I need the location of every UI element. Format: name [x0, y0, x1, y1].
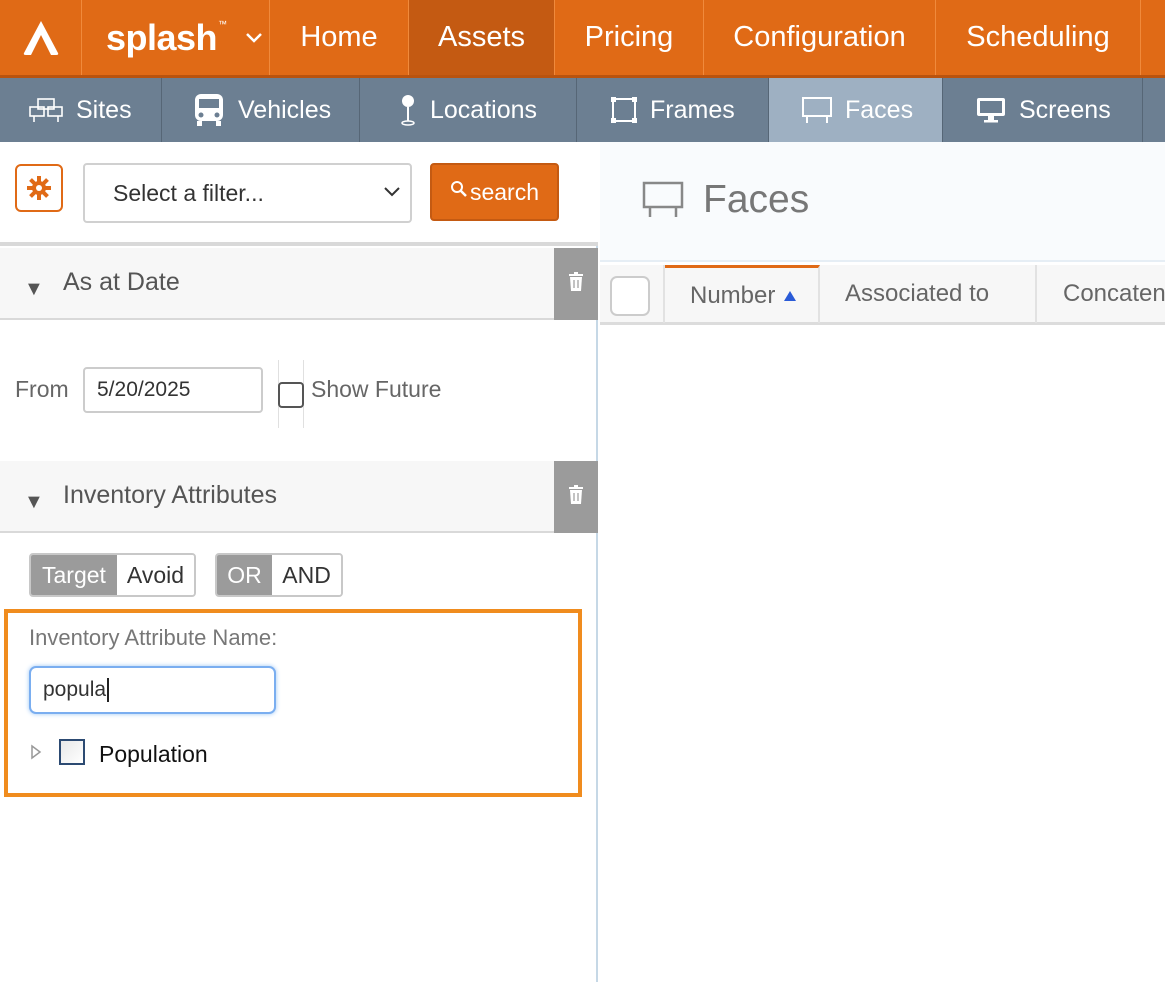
column-associated-to[interactable]: Associated to — [820, 265, 1037, 323]
select-all-checkbox[interactable] — [610, 276, 650, 316]
attribute-search-highlight: Inventory Attribute Name: popula Populat… — [4, 609, 582, 797]
subnav-sites-label: Sites — [76, 95, 132, 124]
subnav-sites[interactable]: Sites — [0, 78, 162, 142]
column-concatenated-label: Concaten — [1063, 280, 1165, 307]
collapse-triangle-icon: ▼ — [24, 278, 44, 300]
as-at-date-title: As at Date — [63, 268, 180, 296]
nav-home[interactable]: Home — [270, 0, 409, 75]
gear-icon — [27, 176, 51, 200]
from-label: From — [15, 376, 69, 402]
filter-panel: Select a filter... search ▼ As at Date F… — [0, 142, 598, 982]
show-future-checkbox[interactable] — [278, 382, 304, 408]
logo-icon — [23, 20, 58, 55]
frame-icon — [611, 97, 637, 123]
search-button[interactable]: search — [430, 163, 559, 221]
page-title: Faces — [703, 178, 810, 221]
nav-configuration[interactable]: Configuration — [704, 0, 936, 75]
column-associated-to-label: Associated to — [845, 280, 990, 307]
subnav-vehicles[interactable]: Vehicles — [162, 78, 360, 142]
expand-arrow-icon[interactable] — [30, 744, 42, 760]
billboard-icon — [802, 97, 832, 123]
faces-grid-header: Number Associated to Concaten — [600, 265, 1165, 325]
settings-button[interactable] — [15, 164, 63, 212]
population-tree-item[interactable]: Population — [99, 741, 208, 768]
nav-home-label: Home — [300, 21, 378, 53]
nav-scheduling[interactable]: Scheduling — [936, 0, 1141, 75]
column-concatenated[interactable]: Concaten — [1037, 265, 1165, 323]
monitor-icon — [977, 98, 1005, 123]
subnav-frames[interactable]: Frames — [577, 78, 769, 142]
chevron-down-icon — [384, 187, 400, 197]
chevron-down-icon — [246, 32, 262, 43]
from-date-value: 5/20/2025 — [97, 378, 191, 401]
remove-date-filter-button[interactable] — [554, 248, 598, 320]
sort-ascending-icon — [784, 290, 797, 301]
nav-pricing-label: Pricing — [584, 21, 674, 53]
pin-icon — [401, 95, 415, 126]
nav-scheduling-label: Scheduling — [966, 21, 1110, 53]
from-date-input[interactable]: 5/20/2025 — [83, 367, 263, 413]
sites-icon — [29, 98, 63, 122]
target-toggle-button[interactable]: Target — [31, 555, 117, 595]
remove-attributes-filter-button[interactable] — [554, 461, 598, 533]
subnav-vehicles-label: Vehicles — [238, 95, 332, 124]
subnav-screens[interactable]: Screens — [943, 78, 1143, 142]
or-and-toggle: OR AND — [215, 553, 343, 597]
top-navigation-bar: splash ™ Home Assets Pricing Configurati… — [0, 0, 1165, 78]
billboard-icon — [642, 181, 684, 217]
search-button-label: search — [469, 178, 540, 205]
filter-select-value: Select a filter... — [113, 179, 264, 206]
subnav-faces-label: Faces — [845, 95, 914, 124]
filter-select[interactable]: Select a filter... — [83, 163, 412, 223]
assets-subnavigation: Sites Vehicles Locations Frames Faces Sc… — [0, 78, 1165, 142]
inventory-attributes-header[interactable]: ▼ Inventory Attributes — [0, 461, 598, 533]
subnav-screens-label: Screens — [1019, 95, 1111, 124]
attribute-name-label: Inventory Attribute Name: — [29, 625, 278, 650]
subnav-faces[interactable]: Faces — [769, 78, 943, 142]
faces-header: Faces — [600, 142, 1165, 262]
brand-name: splash — [106, 16, 218, 58]
avoid-toggle-button[interactable]: Avoid — [116, 555, 194, 595]
filter-toolbar: Select a filter... search — [0, 142, 598, 246]
column-number[interactable]: Number — [665, 265, 820, 323]
nav-assets[interactable]: Assets — [409, 0, 555, 75]
attribute-name-input[interactable]: popula — [29, 666, 276, 714]
select-all-column — [600, 265, 665, 323]
faces-main-panel: Faces Number Associated to Concaten — [600, 142, 1165, 982]
and-toggle-button[interactable]: AND — [272, 555, 341, 595]
bus-icon — [195, 94, 223, 126]
collapse-triangle-icon: ▼ — [24, 491, 44, 513]
search-icon — [450, 181, 467, 197]
attribute-name-value: popula — [43, 678, 107, 701]
text-caret — [107, 678, 110, 702]
trademark-mark: ™ — [218, 18, 228, 29]
trash-icon — [569, 272, 583, 291]
splash-logo[interactable] — [0, 0, 82, 75]
show-future-label: Show Future — [311, 376, 442, 402]
brand-menu[interactable]: splash ™ — [82, 0, 270, 75]
trash-icon — [569, 485, 583, 504]
or-toggle-button[interactable]: OR — [217, 555, 273, 595]
subnav-locations-label: Locations — [430, 95, 538, 124]
nav-configuration-label: Configuration — [733, 21, 906, 53]
as-at-date-header[interactable]: ▼ As at Date — [0, 248, 598, 320]
inventory-attributes-title: Inventory Attributes — [63, 481, 278, 509]
subnav-frames-label: Frames — [650, 95, 735, 124]
target-avoid-toggle: Target Avoid — [29, 553, 196, 597]
column-number-label: Number — [690, 281, 776, 309]
nav-assets-label: Assets — [437, 21, 526, 53]
nav-pricing[interactable]: Pricing — [555, 0, 704, 75]
population-checkbox[interactable] — [59, 739, 85, 765]
subnav-locations[interactable]: Locations — [360, 78, 577, 142]
